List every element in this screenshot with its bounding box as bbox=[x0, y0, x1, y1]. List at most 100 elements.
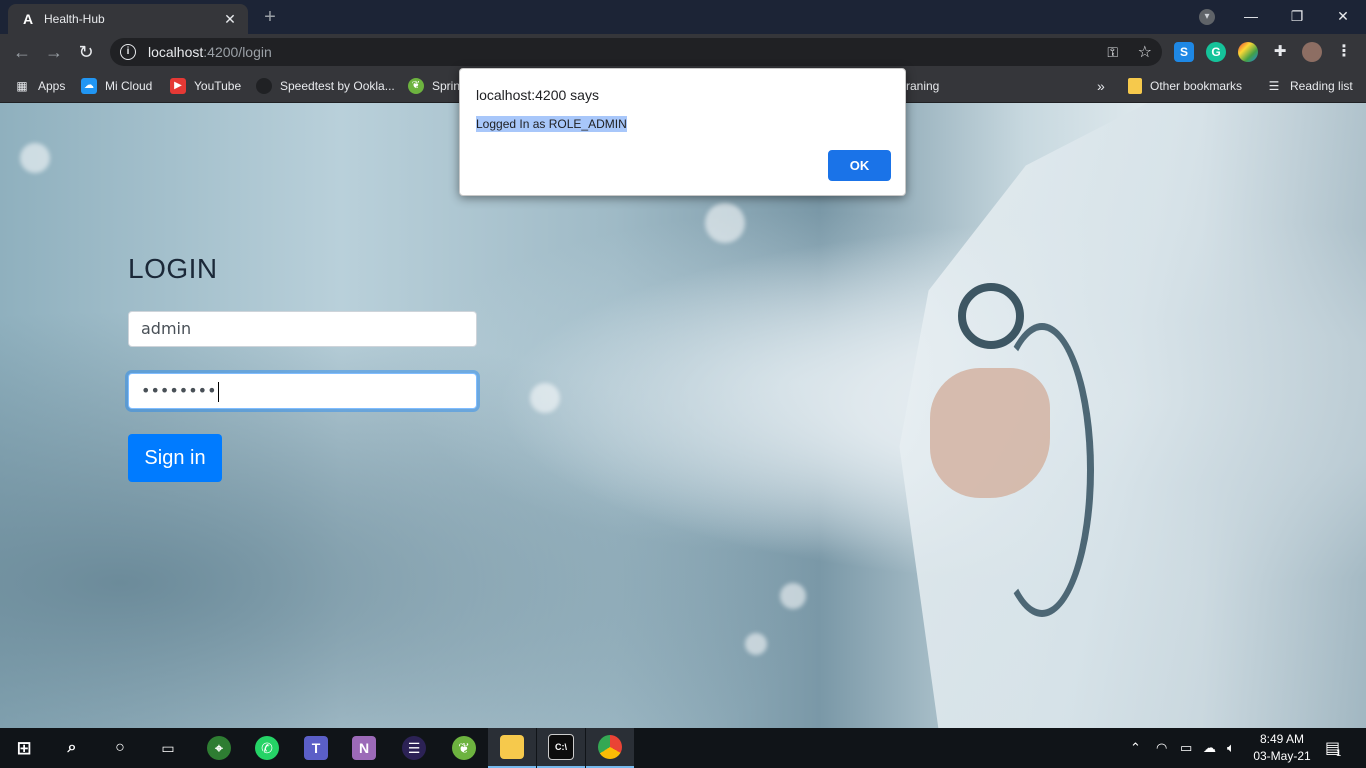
spring-tool-suite-icon: ❦ bbox=[452, 736, 476, 760]
reading-list[interactable]: ☰ Reading list bbox=[1266, 78, 1353, 94]
grammarly-extension-icon[interactable]: G bbox=[1206, 42, 1226, 62]
file-explorer-icon bbox=[500, 735, 524, 759]
browser-toolbar: ← → ↻ i localhost:4200/login ⚿ ☆ S G ✚ ⋮ bbox=[0, 34, 1366, 70]
search-button[interactable]: ⌕ bbox=[48, 728, 96, 768]
bokeh-light bbox=[745, 633, 767, 655]
bokeh-light bbox=[780, 583, 806, 609]
alert-dialog: localhost:4200 says Logged In as ROLE_AD… bbox=[459, 68, 906, 196]
login-title: LOGIN bbox=[128, 253, 218, 284]
tray-chevron-icon[interactable]: ⌃ bbox=[1130, 728, 1141, 768]
minimize-button[interactable]: — bbox=[1228, 0, 1274, 32]
sign-in-button[interactable]: Sign in bbox=[128, 434, 222, 482]
taskbar-app[interactable]: C:\ bbox=[537, 728, 585, 768]
password-key-icon[interactable]: ⚿ bbox=[1107, 44, 1118, 61]
bookmark-label: Mi Cloud bbox=[105, 79, 153, 93]
speedtest-icon bbox=[256, 78, 272, 94]
doctor-hand-image bbox=[930, 368, 1050, 498]
clock-date: 03-May-21 bbox=[1253, 749, 1311, 763]
task-view-icon: ▭ bbox=[161, 740, 175, 756]
bookmark-partial[interactable]: raning bbox=[906, 78, 939, 94]
reading-list-icon: ☰ bbox=[1268, 79, 1280, 93]
taskbar-app[interactable] bbox=[488, 728, 536, 768]
url-host: localhost bbox=[148, 44, 204, 60]
browser-tab[interactable]: A Health-Hub ✕ bbox=[8, 4, 248, 34]
password-input[interactable]: •••••••• bbox=[128, 373, 477, 409]
bookmark-label: Reading list bbox=[1290, 79, 1353, 93]
bookmark-label: YouTube bbox=[194, 79, 242, 93]
new-tab-button[interactable]: + bbox=[258, 6, 282, 30]
angular-favicon-icon: A bbox=[22, 11, 34, 27]
restore-button[interactable]: ❐ bbox=[1274, 0, 1320, 32]
spring-icon: ❦ bbox=[408, 78, 424, 94]
site-info-icon[interactable]: i bbox=[120, 44, 136, 60]
bookmark-star-icon[interactable]: ☆ bbox=[1138, 42, 1152, 62]
youtube-icon: ▶ bbox=[170, 78, 186, 94]
windows-taskbar: ⊞ ⌕ ○ ▭ ⌖ ✆ T N ☰ ❦ C:\ ⌃ ◠ ▭ ☁ 🔈︎ 8:49 … bbox=[0, 728, 1366, 768]
url-path: :4200/login bbox=[203, 44, 272, 60]
dialog-message: Logged In as ROLE_ADMIN bbox=[476, 116, 627, 132]
bookmark-apps[interactable]: ▦ Apps bbox=[14, 78, 65, 94]
profile-avatar[interactable] bbox=[1302, 42, 1322, 62]
folder-icon bbox=[1128, 78, 1142, 94]
close-window-button[interactable]: ✕ bbox=[1320, 0, 1366, 32]
extensions-puzzle-icon[interactable]: ✚ bbox=[1270, 42, 1290, 62]
taskbar-app[interactable] bbox=[586, 728, 634, 768]
network-icon[interactable]: ◠ bbox=[1156, 728, 1167, 768]
taskbar-app[interactable]: ☰ bbox=[390, 728, 438, 768]
windows-logo-icon: ⊞ bbox=[16, 738, 32, 758]
volume-icon[interactable]: 🔈︎ bbox=[1227, 728, 1235, 768]
onedrive-icon[interactable]: ☁ bbox=[1203, 728, 1216, 768]
maps-pin-icon: ⌖ bbox=[207, 736, 231, 760]
text-caret bbox=[217, 381, 219, 402]
bookmark-spring[interactable]: ❦ Sprin bbox=[408, 78, 460, 94]
browser-tab-strip: A Health-Hub ✕ + ▾ — ❐ ✕ bbox=[0, 0, 1366, 34]
bookmark-label: Apps bbox=[38, 79, 66, 93]
cortana-circle-icon: ○ bbox=[115, 739, 125, 756]
teams-icon: T bbox=[304, 736, 328, 760]
taskbar-clock[interactable]: 8:49 AM 03-May-21 bbox=[1250, 731, 1314, 765]
back-arrow-icon[interactable]: ← bbox=[10, 40, 34, 64]
taskbar-app[interactable]: ⌖ bbox=[195, 728, 243, 768]
dialog-ok-button[interactable]: OK bbox=[828, 150, 891, 181]
bokeh-light bbox=[705, 203, 745, 243]
tab-title: Health-Hub bbox=[44, 12, 105, 26]
bookmark-other[interactable]: Other bookmarks bbox=[1128, 78, 1242, 94]
whatsapp-icon: ✆ bbox=[255, 736, 279, 760]
notification-count: 1 bbox=[1336, 748, 1342, 758]
apps-grid-icon: ▦ bbox=[16, 79, 28, 93]
bookmarks-overflow-chevron-icon[interactable]: » bbox=[1097, 78, 1105, 94]
start-button[interactable]: ⊞ bbox=[0, 728, 48, 768]
taskbar-app[interactable]: T bbox=[292, 728, 340, 768]
command-prompt-icon: C:\ bbox=[548, 734, 574, 760]
color-extension-icon[interactable] bbox=[1238, 42, 1258, 62]
taskbar-app[interactable]: N bbox=[340, 728, 388, 768]
bokeh-light bbox=[20, 143, 50, 173]
bookmark-label: Speedtest by Ookla... bbox=[280, 79, 395, 93]
bookmark-mi-cloud[interactable]: ☁ Mi Cloud bbox=[81, 78, 152, 94]
reload-icon[interactable]: ↻ bbox=[74, 40, 98, 64]
cortana-button[interactable]: ○ bbox=[96, 728, 144, 768]
taskbar-app[interactable]: ❦ bbox=[440, 728, 488, 768]
tab-close-icon[interactable]: ✕ bbox=[220, 11, 240, 28]
address-bar[interactable]: i localhost:4200/login ⚿ ☆ bbox=[110, 38, 1162, 66]
chrome-menu-icon[interactable]: ⋮ bbox=[1334, 42, 1354, 62]
task-view-button[interactable]: ▭ bbox=[144, 728, 192, 768]
bookmark-label: Sprin bbox=[432, 79, 461, 93]
chrome-icon bbox=[598, 735, 622, 759]
eclipse-icon: ☰ bbox=[402, 736, 426, 760]
bookmark-youtube[interactable]: ▶ YouTube bbox=[170, 78, 241, 94]
tab-search-icon[interactable]: ▾ bbox=[1199, 9, 1215, 25]
bookmark-speedtest[interactable]: Speedtest by Ookla... bbox=[256, 78, 395, 94]
dialog-title: localhost:4200 says bbox=[476, 87, 599, 103]
notification-center-icon[interactable]: ▤ 1 bbox=[1325, 728, 1341, 768]
bookmark-label: Other bookmarks bbox=[1150, 79, 1243, 93]
taskbar-app[interactable]: ✆ bbox=[243, 728, 291, 768]
username-input[interactable]: admin bbox=[128, 311, 477, 347]
mi-cloud-icon: ☁ bbox=[81, 78, 97, 94]
bokeh-light bbox=[530, 383, 560, 413]
battery-icon[interactable]: ▭ bbox=[1180, 728, 1192, 768]
search-icon: ⌕ bbox=[67, 739, 77, 756]
forward-arrow-icon[interactable]: → bbox=[42, 40, 66, 64]
clock-time: 8:49 AM bbox=[1259, 732, 1305, 746]
skype-extension-icon[interactable]: S bbox=[1174, 42, 1194, 62]
